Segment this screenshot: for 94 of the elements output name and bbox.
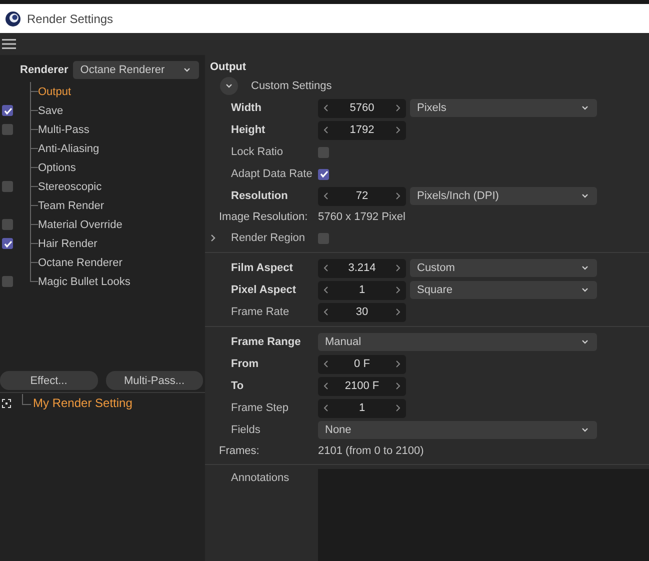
render-setting-item[interactable]: My Render Setting [33,396,132,410]
tree-item[interactable]: Octane Renderer [38,256,122,268]
field-label: From [231,358,260,370]
checkbox[interactable] [2,238,13,249]
tree-item[interactable]: Multi-Pass [38,124,90,136]
chevron-right-icon [394,264,402,272]
field-label: Fields [231,424,262,436]
number-field[interactable]: 5760 [318,98,406,118]
info-label: Image Resolution: [219,211,309,223]
field-label: To [231,380,245,392]
unit-dropdown[interactable]: Pixels/Inch (DPI) [410,187,597,205]
field-label: Frame Range [231,336,302,348]
dropdown[interactable]: Manual [318,333,597,351]
chevron-left-icon [322,382,330,390]
number-field[interactable]: 1 [318,398,406,418]
chevron-icon [225,82,233,90]
field-label: Adapt Data Rate [231,168,314,180]
chevron-left-icon [322,286,330,294]
renderer-dropdown[interactable]: Octane Renderer [73,61,200,79]
chevron-down-icon [581,426,589,434]
chevron-left-icon [322,126,330,134]
field-label: Height [231,124,266,136]
tree-item[interactable]: Magic Bullet Looks [38,276,130,288]
number-field[interactable]: 72 [318,186,406,206]
number-field[interactable]: 30 [318,302,406,322]
chevron-down-icon [581,338,589,346]
tree-item[interactable]: Hair Render [38,238,98,250]
chevron-right-icon [394,360,402,368]
chevron-left-icon [322,404,330,412]
chevron-left-icon [322,360,330,368]
field-label: Film Aspect [231,262,294,274]
dropdown[interactable]: None [318,421,597,439]
tree-item[interactable]: Stereoscopic [38,180,102,192]
chevron-left-icon [322,264,330,272]
menu-icon[interactable] [1,38,17,50]
chevron-right-icon [394,104,402,112]
chevron-right-icon [394,382,402,390]
checkbox[interactable] [2,105,13,116]
checkbox[interactable] [2,219,13,230]
chevron-icon [209,234,217,242]
focus-frame-icon [2,398,11,408]
field-label: Annotations [231,471,290,486]
tree-item[interactable]: Save [38,104,64,116]
field-label: Pixel Aspect [231,284,298,296]
panel-button[interactable]: Multi-Pass... [106,371,203,390]
chevron-left-icon [322,104,330,112]
unit-dropdown[interactable]: Custom [410,259,597,277]
info-label: Frames: [219,445,260,457]
info-value: 5760 x 1792 Pixel [318,211,406,223]
section-heading: Output [209,61,248,75]
field-label: Frame Step [231,402,290,414]
chevron-down-icon [581,286,589,294]
number-field[interactable]: 2100 F [318,376,406,396]
chevron-down-icon [183,66,192,74]
chevron-right-icon [394,126,402,134]
number-field[interactable]: 1 [318,280,406,300]
number-field[interactable]: 1792 [318,120,406,140]
preset-label: Custom Settings [251,80,332,92]
renderer-label: Renderer [20,64,68,76]
checkbox[interactable] [318,168,329,180]
unit-dropdown[interactable]: Pixels [410,99,597,117]
chevron-down-icon [581,192,589,200]
number-field[interactable]: 3.214 [318,258,406,278]
unit-dropdown[interactable]: Square [410,281,597,299]
tree-item[interactable]: Team Render [38,200,104,212]
chevron-left-icon [322,192,330,200]
chevron-right-icon [394,308,402,316]
chevron-right-icon [394,192,402,200]
checkbox[interactable] [2,124,13,135]
checkbox[interactable] [318,146,329,158]
expand-toggle[interactable] [220,77,238,95]
field-label: Resolution [231,190,289,202]
chevron-right-icon [394,404,402,412]
checkbox[interactable] [2,181,13,192]
number-field[interactable]: 0 F [318,354,406,374]
panel-button[interactable]: Effect... [0,371,98,390]
field-label: Lock Ratio [231,146,284,158]
field-label: Frame Rate [231,306,290,318]
tree-item[interactable]: Output [38,86,72,98]
checkbox[interactable] [2,276,13,287]
info-value: 2101 (from 0 to 2100) [318,445,424,457]
tree-item[interactable]: Material Override [38,218,122,230]
chevron-right-icon [394,286,402,294]
tree-item[interactable]: Options [38,162,76,174]
sphere-logo-icon [5,10,21,26]
checkbox[interactable] [318,232,329,244]
field-label: Render Region [231,232,306,244]
tree-item[interactable]: Anti-Aliasing [38,142,100,154]
chevron-left-icon [322,308,330,316]
chevron-down-icon [581,264,589,272]
chevron-down-icon [581,104,589,112]
field-label: Width [231,102,262,114]
window-title: Render Settings [27,12,114,26]
expander-icon[interactable] [209,234,217,242]
